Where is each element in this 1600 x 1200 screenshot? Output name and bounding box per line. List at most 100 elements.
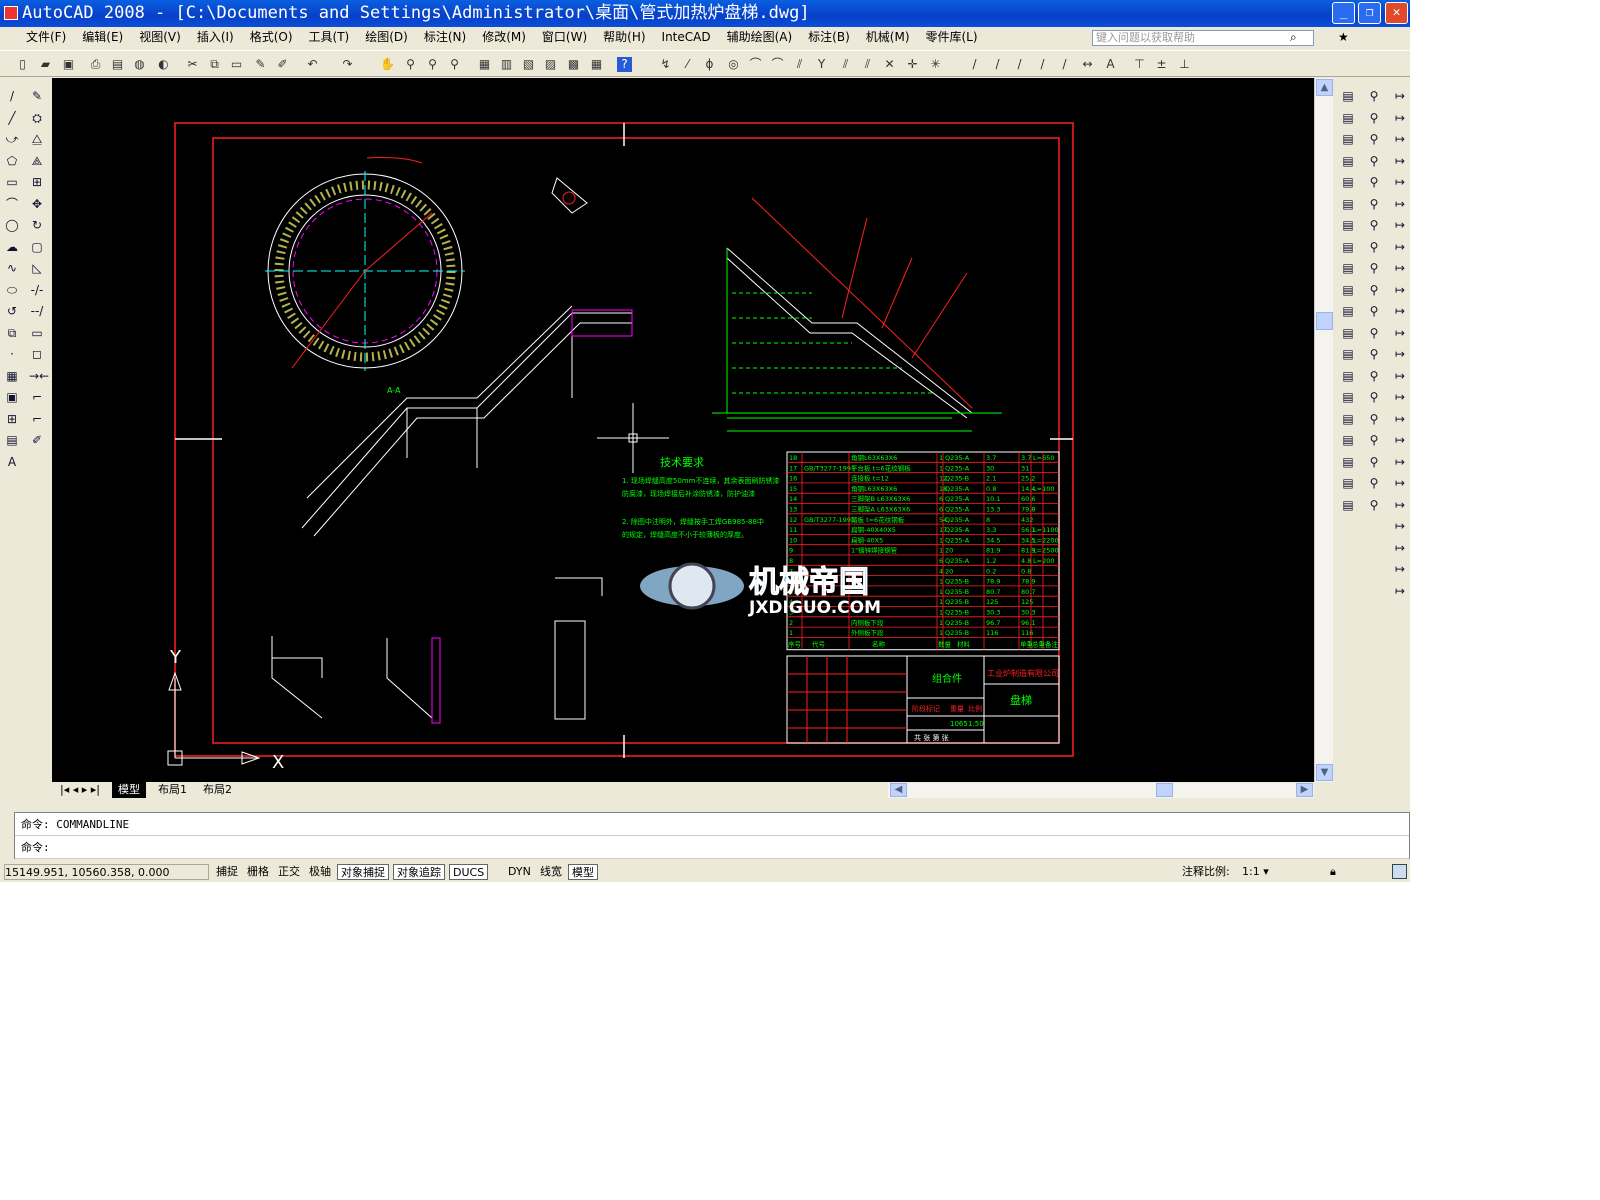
- menu-parts-library[interactable]: 零件库(L): [918, 27, 986, 48]
- toolbar-tool-icon[interactable]: ▤: [1340, 239, 1356, 255]
- line5-icon[interactable]: /: [1057, 57, 1072, 72]
- status-toggle-6[interactable]: DUCS: [449, 864, 489, 880]
- toolbar-tool-icon[interactable]: ⚲: [1366, 174, 1382, 190]
- snap-settings-icon[interactable]: ✳: [928, 57, 943, 72]
- draw-tool-icon[interactable]: ☁: [4, 239, 20, 255]
- scroll-thumb[interactable]: [1316, 312, 1333, 330]
- toolbar-tool-icon[interactable]: ▤: [1340, 389, 1356, 405]
- undo-icon[interactable]: ↶: [305, 57, 320, 72]
- redo-icon[interactable]: ↷: [340, 57, 355, 72]
- toolbar-tool-icon[interactable]: ↦: [1392, 454, 1408, 470]
- draw-tool-icon[interactable]: ⧉: [4, 325, 20, 341]
- toolbar-tool-icon[interactable]: ▤: [1340, 196, 1356, 212]
- toolbar-tool-icon[interactable]: ↦: [1392, 303, 1408, 319]
- menu-modify[interactable]: 修改(M): [474, 27, 534, 48]
- draw-tool-icon[interactable]: ◯: [4, 217, 20, 233]
- snap-intersection-icon[interactable]: ✕: [882, 57, 897, 72]
- menu-edit[interactable]: 编辑(E): [74, 27, 131, 48]
- paste-icon[interactable]: ▭: [229, 57, 244, 72]
- snap-endpoint-icon[interactable]: ⁄: [680, 57, 695, 72]
- toolbar-tool-icon[interactable]: ⚲: [1366, 389, 1382, 405]
- draw-tool-icon[interactable]: ⊞: [4, 411, 20, 427]
- toolbar-tool-icon[interactable]: ▤: [1340, 432, 1356, 448]
- menu-window[interactable]: 窗口(W): [534, 27, 595, 48]
- toolbar-tool-icon[interactable]: ⚲: [1366, 432, 1382, 448]
- toolbar-tool-icon[interactable]: ↦: [1392, 153, 1408, 169]
- new-icon[interactable]: ▯: [15, 57, 30, 72]
- toolbar-tool-icon[interactable]: ↦: [1392, 260, 1408, 276]
- toolbar-tool-icon[interactable]: ↦: [1392, 88, 1408, 104]
- toolbar-tool-icon[interactable]: ▤: [1340, 282, 1356, 298]
- status-toggle-2[interactable]: 正交: [275, 864, 303, 880]
- tool-palettes-icon[interactable]: ▧: [521, 57, 536, 72]
- scroll-right-button[interactable]: ▶: [1296, 783, 1313, 797]
- modify-tool-icon[interactable]: -/-: [29, 282, 45, 298]
- command-window[interactable]: 命令: COMMANDLINE 命令:: [14, 812, 1410, 859]
- status-toggle-7[interactable]: DYN: [505, 864, 534, 880]
- properties-icon[interactable]: ▦: [477, 57, 492, 72]
- tab-layout2[interactable]: 布局2: [197, 782, 238, 798]
- toolbar-tool-icon[interactable]: ⚲: [1366, 411, 1382, 427]
- status-toggle-3[interactable]: 极轴: [306, 864, 334, 880]
- snap-midpoint-icon[interactable]: ϕ: [702, 57, 717, 72]
- calculator-icon[interactable]: ▦: [589, 57, 604, 72]
- tab-layout1[interactable]: 布局1: [152, 782, 193, 798]
- draw-tool-icon[interactable]: ▣: [4, 389, 20, 405]
- draw-tool-icon[interactable]: A: [4, 454, 20, 470]
- vertical-scrollbar[interactable]: ▲ ▼: [1314, 78, 1333, 782]
- zoom-previous-icon[interactable]: ⚲: [447, 57, 462, 72]
- toolbar-tool-icon[interactable]: ⚲: [1366, 196, 1382, 212]
- snap-arc-icon[interactable]: ⌒: [748, 57, 763, 72]
- modify-tool-icon[interactable]: ⊞: [29, 174, 45, 190]
- toolbar-tool-icon[interactable]: ↦: [1392, 561, 1408, 577]
- status-toggle-5[interactable]: 对象追踪: [393, 864, 445, 880]
- status-toggle-8[interactable]: 线宽: [537, 864, 565, 880]
- draw-tool-icon[interactable]: /: [4, 88, 20, 104]
- snap-center-icon[interactable]: ◎: [726, 57, 741, 72]
- dim-linear-icon[interactable]: ↔: [1080, 57, 1095, 72]
- toolbar-tool-icon[interactable]: ⚲: [1366, 239, 1382, 255]
- toolbar-tool-icon[interactable]: ↦: [1392, 432, 1408, 448]
- menu-dimension[interactable]: 标注(N): [416, 27, 474, 48]
- coordinates-readout[interactable]: 15149.951, 10560.358, 0.000: [4, 864, 209, 880]
- annotation-scale-select[interactable]: 1:1 ▾: [1242, 862, 1269, 882]
- draw-tool-icon[interactable]: ▦: [4, 368, 20, 384]
- draw-tool-icon[interactable]: ⬭: [4, 282, 20, 298]
- copy-icon[interactable]: ⧉: [207, 57, 222, 72]
- modify-tool-icon[interactable]: --/: [29, 303, 45, 319]
- preview-icon[interactable]: ▤: [110, 57, 125, 72]
- status-toggle-1[interactable]: 栅格: [244, 864, 272, 880]
- toolbar-tool-icon[interactable]: ↦: [1392, 196, 1408, 212]
- menu-help[interactable]: 帮助(H): [595, 27, 653, 48]
- text-icon[interactable]: A: [1103, 57, 1118, 72]
- status-toggle-4[interactable]: 对象捕捉: [337, 864, 389, 880]
- draw-tool-icon[interactable]: ∿: [4, 260, 20, 276]
- modify-tool-icon[interactable]: ✐: [29, 432, 45, 448]
- line-icon[interactable]: /: [967, 57, 982, 72]
- toolbar-tool-icon[interactable]: ▤: [1340, 217, 1356, 233]
- menu-view[interactable]: 视图(V): [131, 27, 189, 48]
- toolbar-tool-icon[interactable]: ↦: [1392, 346, 1408, 362]
- modify-tool-icon[interactable]: ⌐: [29, 411, 45, 427]
- modify-tool-icon[interactable]: ◻: [29, 346, 45, 362]
- markup-icon[interactable]: ▩: [566, 57, 581, 72]
- command-input[interactable]: 命令:: [15, 836, 1409, 859]
- modify-tool-icon[interactable]: ◺: [29, 260, 45, 276]
- toolbar-tool-icon[interactable]: ▤: [1340, 497, 1356, 513]
- modify-tool-icon[interactable]: ⧋: [29, 131, 45, 147]
- design-center-icon[interactable]: ▥: [499, 57, 514, 72]
- modify-tool-icon[interactable]: ⌐: [29, 389, 45, 405]
- restore-button[interactable]: ❐: [1358, 2, 1381, 24]
- toolbar-tool-icon[interactable]: ↦: [1392, 540, 1408, 556]
- status-toggle-9[interactable]: 模型: [568, 864, 598, 880]
- toolbar-tool-icon[interactable]: ↦: [1392, 110, 1408, 126]
- modify-tool-icon[interactable]: ✥: [29, 196, 45, 212]
- close-button[interactable]: ✕: [1385, 2, 1408, 24]
- toolbar-tool-icon[interactable]: ▤: [1340, 153, 1356, 169]
- drawing-canvas[interactable]: 技术要求 1. 现场焊缝高度50mm不连续，其余表面刷防锈漆 防腐漆，现场焊接后…: [52, 78, 1314, 782]
- draw-tool-icon[interactable]: ↺: [4, 303, 20, 319]
- toolbar-tool-icon[interactable]: ↦: [1392, 475, 1408, 491]
- horizontal-scrollbar[interactable]: ◀ ▶: [888, 783, 1314, 798]
- toolbar-tool-icon[interactable]: ↦: [1392, 411, 1408, 427]
- toolbar-tool-icon[interactable]: ↦: [1392, 583, 1408, 599]
